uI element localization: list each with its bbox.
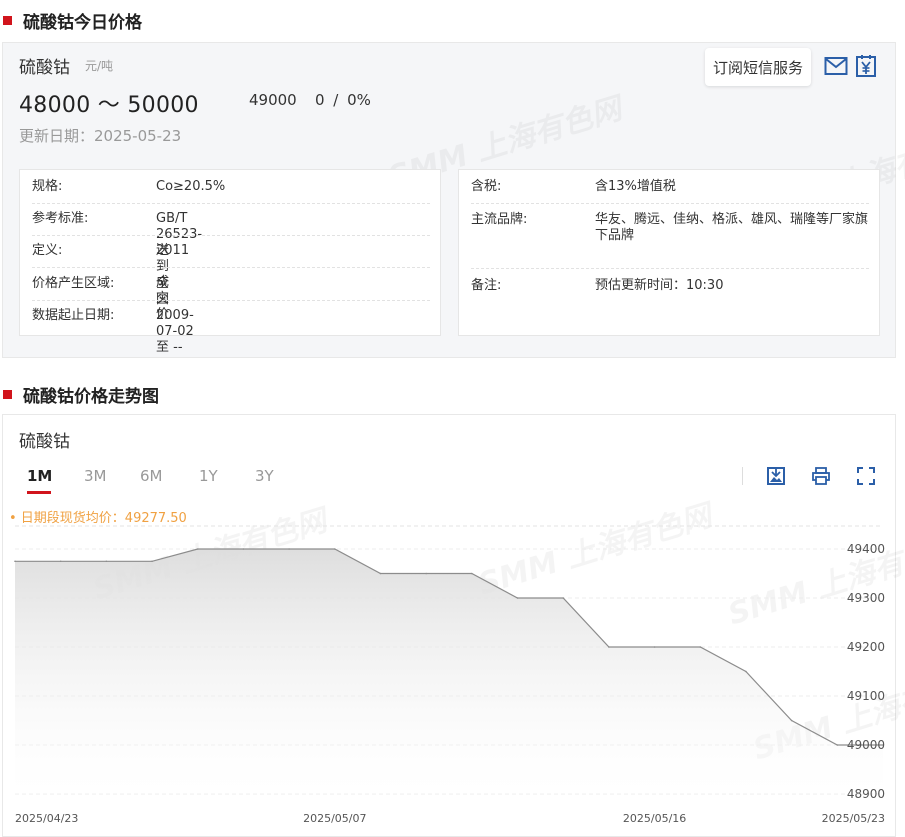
info-label: 价格产生区域: (32, 276, 115, 291)
price-change: 0 / 0% (315, 91, 371, 109)
section-title-text: 硫酸钴价格走势图 (23, 386, 159, 407)
info-label: 参考标准: (32, 211, 89, 226)
y-tick-label: 49400 (847, 542, 885, 556)
data-point (151, 560, 153, 563)
data-point (196, 548, 199, 550)
data-point (242, 548, 245, 550)
data-point (105, 560, 108, 563)
x-tick-label: 2025/05/16 (623, 812, 686, 825)
price-card: SMM 上海有色网 SMM 上海有色网 硫酸钴 元/吨 48000 ～ 5000… (2, 42, 905, 358)
product-name: 硫酸钴 (19, 58, 70, 78)
info-value: 华友、腾远、佳纳、格派、雄风、瑞隆等厂家旗下品牌 (595, 212, 869, 243)
data-point (516, 597, 519, 599)
info-label: 定义: (32, 243, 63, 258)
info-label: 备注: (471, 278, 502, 293)
info-label: 规格: (32, 179, 63, 194)
product-unit: 元/吨 (85, 59, 114, 73)
info-label: 主流品牌: (471, 212, 528, 227)
info-value: 2009-07-02 至 -- (156, 308, 194, 355)
data-point (288, 548, 290, 550)
info-box-left: 规格: Co≥20.5% 参考标准: GB/T 26523-2011 定义: 送… (19, 169, 441, 355)
info-value: Co≥20.5% (156, 179, 226, 194)
section-title-trend: 硫酸钴价格走势图 (0, 382, 159, 407)
x-tick-label: 2025/05/07 (303, 812, 366, 825)
data-point (745, 670, 747, 673)
x-tick-label: 2025/05/23 (822, 812, 885, 825)
info-label: 含税: (471, 179, 502, 194)
data-point (699, 646, 702, 648)
update-date: 更新日期：2025-05-23 (19, 127, 182, 145)
data-point (653, 646, 656, 648)
data-point (379, 572, 382, 575)
data-point (59, 560, 62, 563)
y-tick-label: 49000 (847, 738, 885, 752)
subscribe-sms-button[interactable]: 订阅短信服务 (705, 48, 811, 86)
mail-icon[interactable] (823, 53, 849, 79)
y-tick-label: 49200 (847, 640, 885, 654)
data-point (562, 597, 565, 599)
y-tick-label: 48900 (847, 787, 885, 801)
data-point (471, 572, 473, 575)
yen-calendar-icon[interactable] (853, 53, 879, 79)
data-point (836, 744, 839, 746)
info-value: 全国 (156, 276, 170, 307)
info-value: 预估更新时间：10:30 (595, 278, 724, 293)
section-title-today-price: 硫酸钴今日价格 (0, 8, 142, 33)
info-value: 含13%增值税 (595, 179, 676, 194)
section-marker (3, 15, 12, 25)
data-point (790, 719, 793, 722)
chart-card: 硫酸钴 1M 3M 6M 1Y 3Y • 日期段现货均价：49277.50 SM… (2, 414, 905, 837)
price-trend-chart: 49400 49300 49200 49100 49000 48900 2025/04/23… (14, 525, 885, 825)
info-label: 数据起止日期: (32, 308, 115, 323)
section-marker (3, 389, 12, 399)
data-point (333, 548, 336, 550)
data-point (425, 572, 427, 575)
section-title-text: 硫酸钴今日价格 (23, 12, 142, 33)
average-price: 49000 (249, 91, 297, 109)
data-point (14, 560, 16, 563)
info-box-right: 含税: 含13%增值税 主流品牌: 华友、腾远、佳纳、格派、雄风、瑞隆等厂家旗下… (458, 169, 880, 336)
price-range: 48000 ～ 50000 (19, 93, 199, 118)
y-tick-label: 49300 (847, 591, 885, 605)
series-area (15, 549, 883, 794)
x-tick-label: 2025/04/23 (15, 812, 78, 825)
y-tick-label: 49100 (847, 689, 885, 703)
data-point (608, 646, 610, 648)
